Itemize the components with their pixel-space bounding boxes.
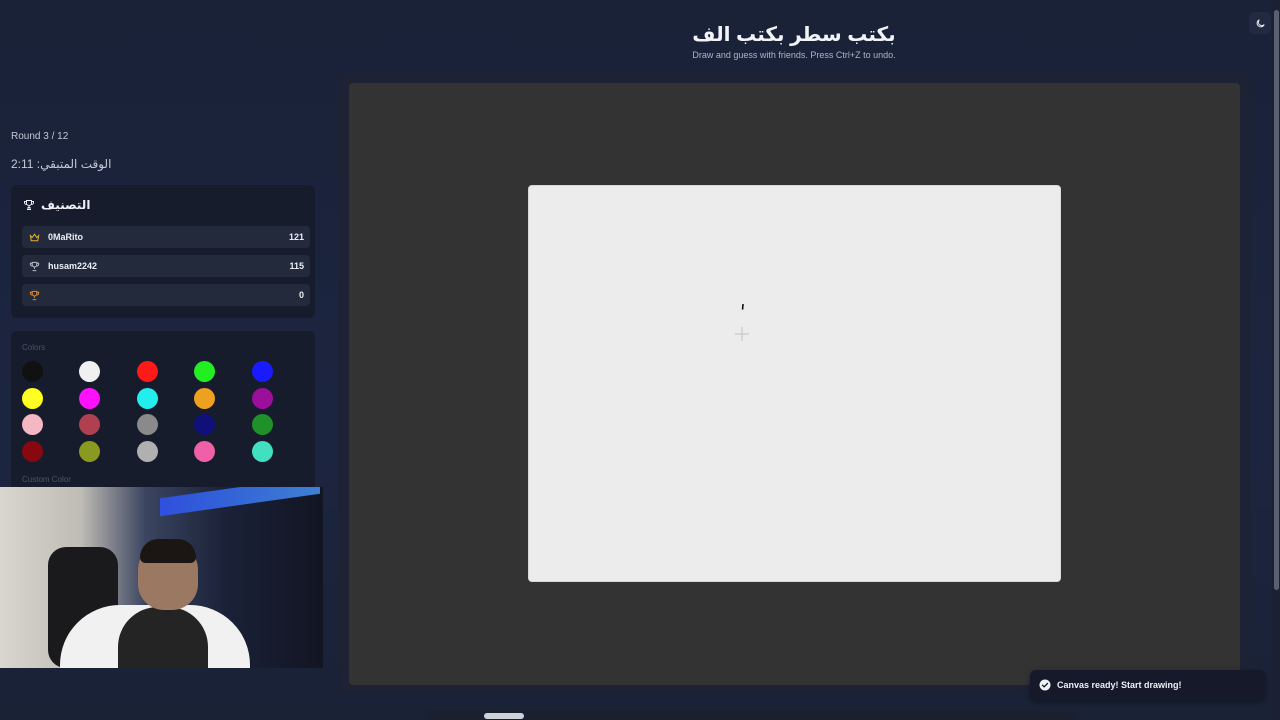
color-swatch[interactable] (194, 361, 215, 382)
trophy-icon (29, 261, 39, 271)
round-indicator: Round 3 / 12 (11, 131, 69, 142)
page-title: بكتب سطر بكتب الف (692, 24, 896, 46)
color-swatch[interactable] (137, 361, 158, 382)
player-name: 0MaRito (48, 232, 84, 242)
color-swatch[interactable] (79, 388, 100, 409)
drawing-canvas[interactable] (528, 185, 1061, 582)
trophy-icon (24, 200, 34, 210)
color-swatch[interactable] (194, 441, 215, 462)
colors-label: Colors (22, 343, 46, 352)
page-header: بكتب سطر بكتب الف Draw and guess with fr… (560, 22, 1028, 60)
toast-message: Canvas ready! Start drawing! (1057, 680, 1182, 690)
moon-icon (1256, 18, 1265, 27)
color-swatch[interactable] (22, 414, 43, 435)
theme-toggle-button[interactable] (1249, 12, 1271, 34)
player-name: husam2242 (48, 261, 98, 271)
bottom-toolbar (428, 710, 1076, 720)
custom-color-label: Custom Color (22, 475, 71, 484)
player-score: 121 (288, 232, 304, 242)
player-score: 115 (289, 261, 304, 271)
webcam-overlay (0, 487, 323, 668)
leaderboard-header: التصنيف (23, 198, 90, 212)
leaderboard-panel: التصنيف 0MaRito 121 husam2242 115 0 (11, 185, 315, 318)
time-remaining: الوقت المتبقي: 2:11 (11, 157, 112, 171)
color-swatch[interactable] (194, 388, 215, 409)
color-swatch[interactable] (22, 388, 43, 409)
color-swatch[interactable] (79, 441, 100, 462)
color-swatch[interactable] (252, 388, 273, 409)
color-swatch[interactable] (137, 414, 158, 435)
color-swatch[interactable] (194, 414, 215, 435)
toolbar-active-indicator[interactable] (484, 713, 524, 719)
medal-icon (29, 290, 39, 300)
color-swatch[interactable] (22, 441, 43, 462)
color-swatch[interactable] (79, 361, 100, 382)
crown-icon (29, 232, 39, 241)
leaderboard-title: التصنيف (41, 198, 91, 212)
crosshair-icon (735, 327, 749, 341)
leaderboard-row: 0MaRito 121 (22, 226, 310, 248)
color-swatch[interactable] (22, 361, 43, 382)
color-swatch[interactable] (252, 361, 273, 382)
color-swatch[interactable] (252, 414, 273, 435)
brush-stroke-mark (741, 304, 744, 310)
scrollbar-thumb[interactable] (1274, 10, 1279, 590)
leaderboard-row: 0 (22, 284, 310, 306)
leaderboard-row: husam2242 115 (22, 255, 310, 277)
color-swatch[interactable] (137, 388, 158, 409)
color-swatch[interactable] (252, 441, 273, 462)
color-palette-panel: Colors Custom Color (11, 331, 315, 491)
color-swatch[interactable] (79, 414, 100, 435)
toast-notification: Canvas ready! Start drawing! (1030, 670, 1265, 700)
check-circle-icon (1039, 679, 1051, 691)
page-subtitle: Draw and guess with friends. Press Ctrl+… (692, 50, 896, 60)
player-score: 0 (298, 290, 304, 300)
color-swatch[interactable] (137, 441, 158, 462)
